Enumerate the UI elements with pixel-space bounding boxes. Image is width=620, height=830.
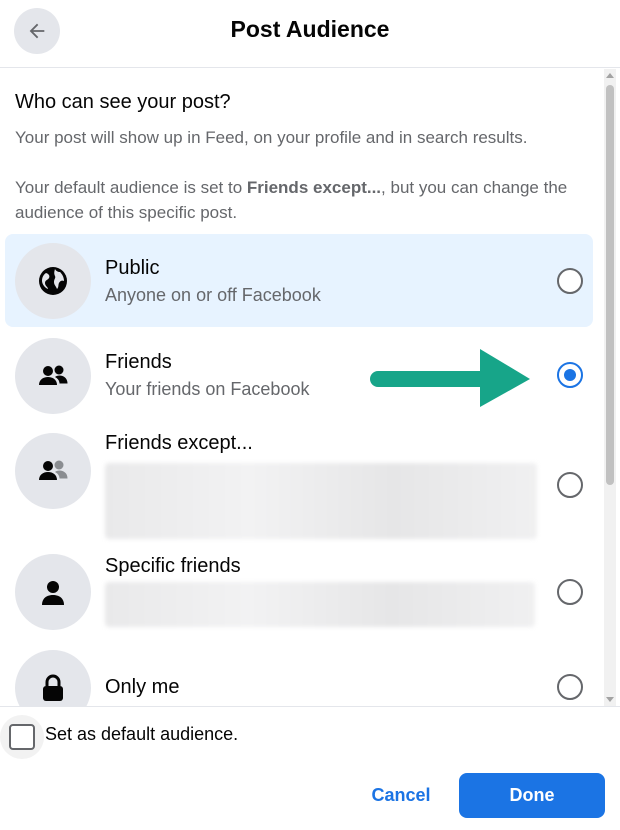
option-friends-except-title: Friends except... [105, 432, 253, 454]
option-friends-radio[interactable] [557, 362, 583, 388]
audience-description: Your post will show up in Feed, on your … [15, 128, 528, 147]
dialog-footer: Set as default audience. Cancel Done [0, 706, 620, 830]
friends-icon-circle [15, 338, 91, 414]
option-public-radio[interactable] [557, 268, 583, 294]
option-public-subtitle: Anyone on or off Facebook [105, 285, 321, 305]
default-audience-note: Your default audience is set to Friends … [15, 175, 595, 225]
person-icon [42, 581, 64, 605]
option-friends-except-radio[interactable] [557, 472, 583, 498]
lock-icon [43, 674, 63, 701]
option-friends-subtitle: Your friends on Facebook [105, 379, 310, 399]
dialog-title: Post Audience [230, 16, 390, 42]
default-audience-value: Friends except... [246, 178, 382, 197]
globe-icon [39, 267, 67, 295]
scrollbar-thumb[interactable] [606, 85, 614, 485]
scroll-up-icon[interactable] [606, 73, 614, 78]
default-audience-prefix: Your default audience is set to [15, 178, 247, 197]
cancel-button[interactable]: Cancel [355, 773, 447, 817]
lock-icon-circle [15, 650, 91, 706]
person-icon-circle [15, 554, 91, 630]
option-only-me-radio[interactable] [557, 674, 583, 700]
option-public-title: Public [105, 257, 160, 279]
friends-icon [39, 365, 68, 385]
option-specific-friends[interactable]: Specific friends [5, 545, 593, 649]
checkbox-box[interactable] [9, 724, 35, 750]
option-only-me[interactable]: Only me [5, 648, 593, 706]
scrollbar[interactable] [604, 69, 616, 706]
audience-question: Who can see your post? [15, 91, 231, 113]
dialog-header: Post Audience [0, 0, 620, 68]
friends-except-icon-circle [15, 433, 91, 509]
option-friends-except[interactable]: Friends except... [5, 427, 593, 539]
globe-icon-circle [15, 243, 91, 319]
audience-scroll-area[interactable]: Who can see your post? Your post will sh… [0, 69, 620, 706]
scroll-down-icon[interactable] [606, 697, 614, 702]
option-only-me-title: Only me [105, 676, 180, 698]
option-specific-friends-radio[interactable] [557, 579, 583, 605]
option-specific-friends-title: Specific friends [105, 555, 241, 577]
option-public[interactable]: Public Anyone on or off Facebook [5, 234, 593, 327]
option-friends-title: Friends [105, 351, 172, 373]
redacted-subtitle [105, 463, 537, 539]
default-audience-checkbox[interactable] [0, 715, 44, 759]
redacted-subtitle [105, 582, 535, 627]
default-audience-label[interactable]: Set as default audience. [45, 724, 238, 745]
annotation-arrow-icon [370, 349, 530, 407]
done-button[interactable]: Done [459, 773, 605, 818]
friends-except-icon [39, 460, 68, 480]
